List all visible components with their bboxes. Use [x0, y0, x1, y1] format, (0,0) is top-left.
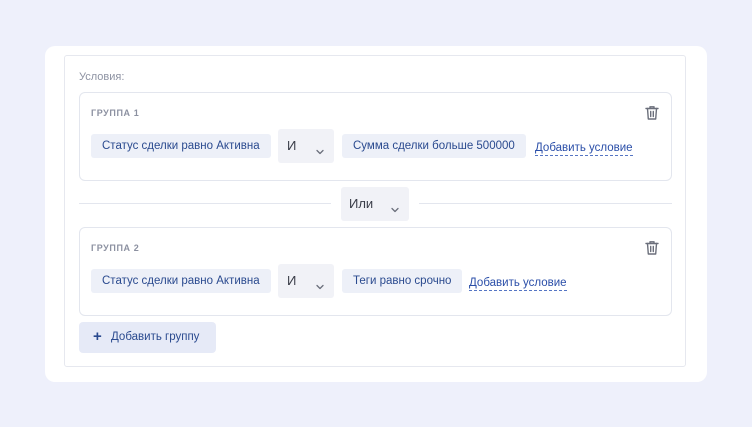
add-condition-link[interactable]: Добавить условие	[535, 142, 633, 156]
condition-group-2: ГРУППА 2 Статус сделки равно Активна И Т…	[79, 227, 672, 316]
group-operator-select[interactable]: И	[278, 264, 334, 298]
chevron-down-icon	[391, 201, 399, 213]
select-value: Или	[349, 196, 374, 211]
trash-icon[interactable]	[645, 105, 659, 121]
chevron-down-icon	[316, 278, 324, 290]
select-value: И	[287, 138, 297, 153]
conditions-card: Условия: ГРУППА 1 Статус сделки равно Ак…	[45, 46, 707, 382]
condition-chip[interactable]: Теги равно срочно	[342, 269, 463, 293]
add-group-label: Добавить группу	[111, 331, 200, 343]
divider	[79, 203, 331, 204]
group-title: ГРУППА 2	[91, 243, 140, 253]
select-value: И	[287, 273, 297, 288]
condition-chip[interactable]: Статус сделки равно Активна	[91, 269, 271, 293]
add-group-button[interactable]: + Добавить группу	[79, 322, 216, 353]
group-title: ГРУППА 1	[91, 108, 140, 118]
group-operator-select[interactable]: И	[278, 129, 334, 163]
condition-group-1: ГРУППА 1 Статус сделки равно Активна И С…	[79, 92, 672, 181]
conditions-panel: Условия: ГРУППА 1 Статус сделки равно Ак…	[64, 55, 686, 367]
trash-icon[interactable]	[645, 240, 659, 256]
plus-icon: +	[93, 328, 102, 345]
chevron-down-icon	[316, 143, 324, 155]
conditions-label: Условия:	[79, 71, 125, 83]
add-condition-link[interactable]: Добавить условие	[469, 277, 567, 291]
condition-chip[interactable]: Сумма сделки больше 500000	[342, 134, 526, 158]
condition-chip[interactable]: Статус сделки равно Активна	[91, 134, 271, 158]
group-join-select[interactable]: Или	[341, 187, 409, 221]
divider	[419, 203, 672, 204]
group-operator-row: Или	[79, 187, 672, 221]
